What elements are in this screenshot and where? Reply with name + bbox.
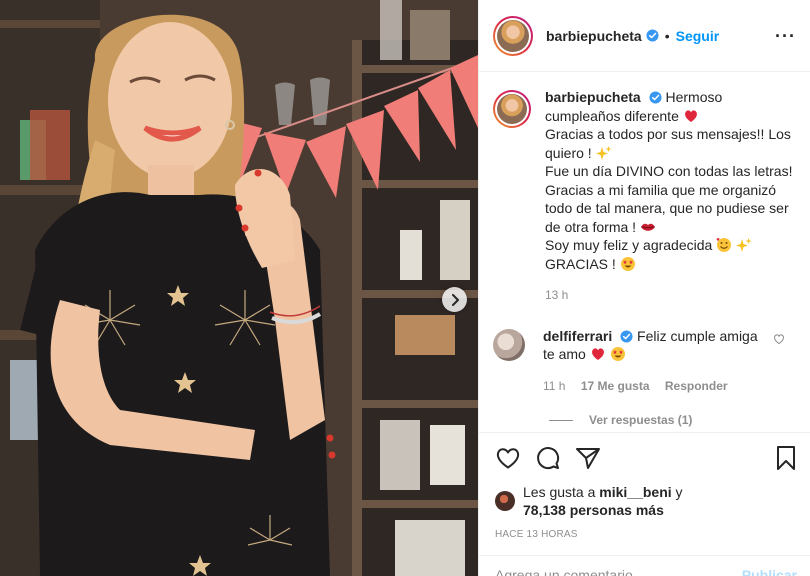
smiling-hearts-emoji xyxy=(716,238,732,252)
caption: barbiepucheta Hermoso cumpleaños diferen… xyxy=(493,88,797,305)
likes-conjunction: y xyxy=(675,484,683,500)
liker-avatar[interactable] xyxy=(495,491,515,511)
likes-others-count[interactable]: 78,138 personas más xyxy=(523,502,664,518)
action-icons xyxy=(495,443,797,473)
post-actions: Les gusta a miki__beni y 78,138 personas… xyxy=(479,432,810,540)
follow-button[interactable]: Seguir xyxy=(676,28,720,44)
verified-badge-icon xyxy=(620,329,633,343)
sparkles-emoji xyxy=(595,145,612,160)
likes-text: Les gusta a miki__beni y 78,138 personas… xyxy=(523,483,683,519)
publish-button[interactable]: Publicar xyxy=(742,567,797,576)
commenter-username[interactable]: delfiferrari xyxy=(543,328,612,344)
caption-meta: 13 h xyxy=(545,286,797,305)
comment-item: delfiferrari Feliz cumple amiga te amo 1… xyxy=(493,327,797,396)
lips-emoji xyxy=(640,223,655,231)
more-options-icon[interactable]: ··· xyxy=(775,27,796,45)
caption-line-4: Soy muy feliz y agradecida xyxy=(545,237,713,253)
post-timestamp[interactable]: HACE 13 HORAS xyxy=(495,529,797,540)
comment-text: delfiferrari Feliz cumple amiga te amo xyxy=(543,327,761,364)
caption-username[interactable]: barbiepucheta xyxy=(545,89,641,105)
add-comment-bar: Publicar xyxy=(479,555,810,576)
caption-text: barbiepucheta Hermoso cumpleaños diferen… xyxy=(545,88,797,273)
sparkles-emoji xyxy=(736,238,752,252)
star-struck-emoji xyxy=(620,256,635,271)
author-avatar[interactable] xyxy=(493,15,533,56)
red-heart-emoji xyxy=(684,109,697,122)
caption-time[interactable]: 13 h xyxy=(545,288,568,302)
view-replies-label: Ver respuestas (1) xyxy=(589,413,693,427)
post-details-panel: barbiepucheta • Seguir ··· barbiepucheta xyxy=(478,0,810,576)
caption-line-2: Gracias a todos por sus mensajes!! Los q… xyxy=(545,126,791,161)
liker-username[interactable]: miki__beni xyxy=(599,484,671,500)
verified-badge-icon xyxy=(649,91,662,104)
header-separator: • xyxy=(664,27,670,44)
commenter-avatar[interactable] xyxy=(493,328,525,361)
caption-avatar[interactable] xyxy=(493,90,531,128)
likes-prefix: Les gusta a xyxy=(523,484,596,500)
photo-illustration xyxy=(0,0,478,576)
red-heart-emoji xyxy=(591,348,604,360)
author-username[interactable]: barbiepucheta xyxy=(546,28,642,44)
paper-plane-icon[interactable] xyxy=(575,446,601,470)
verified-badge-icon xyxy=(646,29,659,42)
likes-summary: Les gusta a miki__beni y 78,138 personas… xyxy=(495,483,797,519)
comment-like-heart-icon[interactable] xyxy=(773,333,785,345)
comments-section: barbiepucheta Hermoso cumpleaños diferen… xyxy=(479,72,810,432)
star-struck-emoji xyxy=(610,347,625,361)
caption-line-5: GRACIAS ! xyxy=(545,255,616,272)
post-photo[interactable] xyxy=(0,0,478,576)
comment-likes[interactable]: 17 Me gusta xyxy=(581,379,650,393)
view-replies-button[interactable]: Ver respuestas (1) xyxy=(549,413,797,427)
reply-button[interactable]: Responder xyxy=(665,379,728,393)
heart-outline-icon[interactable] xyxy=(495,446,521,470)
post-header: barbiepucheta • Seguir ··· xyxy=(479,0,810,72)
chevron-right-icon xyxy=(451,293,459,306)
comment-input[interactable] xyxy=(495,567,725,576)
comment-time[interactable]: 11 h xyxy=(543,379,565,393)
caption-line-3: Fue un día DIVINO con todas las letras! … xyxy=(545,163,793,235)
next-photo-button[interactable] xyxy=(442,287,467,312)
replies-divider xyxy=(549,419,573,421)
comment-meta: 11 h 17 Me gusta Responder xyxy=(543,377,761,396)
comment-bubble-icon[interactable] xyxy=(535,445,561,471)
bookmark-icon[interactable] xyxy=(775,445,797,471)
